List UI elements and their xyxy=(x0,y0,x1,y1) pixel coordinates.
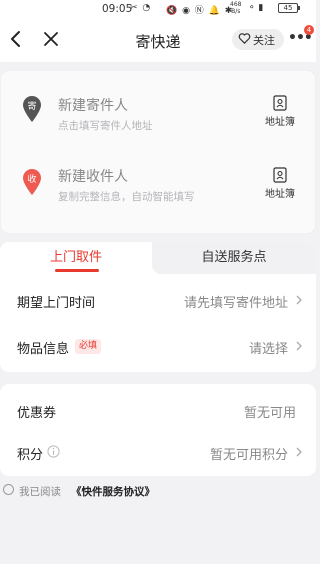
address-book-icon xyxy=(273,95,287,111)
item-info-label: 物品信息 xyxy=(17,342,70,357)
pickup-time-value: 请先填写寄件地址 xyxy=(183,296,288,311)
receiver-address-book-button[interactable]: 地址簿 xyxy=(261,167,299,200)
nav-bar: 寄快递 关注 ••• 4 xyxy=(0,18,316,62)
sender-address-book-label: 地址簿 xyxy=(265,117,295,128)
status-left-icons: ✂ ◔ xyxy=(130,3,152,13)
agreement-radio[interactable] xyxy=(3,484,14,495)
chevron-right-icon xyxy=(296,295,302,305)
chevron-right-icon xyxy=(296,447,302,457)
service-agreement-link[interactable]: 《快件服务协议》 xyxy=(71,484,155,499)
status-time: 09:05 xyxy=(102,3,133,15)
sender-row[interactable]: 寄 新建寄件人 点击填写寄件人地址 地址簿 xyxy=(1,71,315,151)
receiver-row[interactable]: 收 新建收件人 复制完整信息，自动智能填写 地址簿 xyxy=(1,151,315,231)
points-row[interactable]: 积分 暂无可用积分 xyxy=(0,430,316,474)
network-speed-value: 468 xyxy=(230,1,242,8)
status-bar: 09:05 ✂ ◔ 🔇 ◉ Ⓝ 🔔 ✱ 468 B/s ⚬ ▮ 45 xyxy=(0,0,316,18)
points-value: 暂无可用积分 xyxy=(209,448,288,463)
follow-label: 关注 xyxy=(253,34,275,47)
sender-pin-icon: 寄 xyxy=(23,96,41,122)
points-label: 积分 xyxy=(17,448,44,463)
receiver-title: 新建收件人 xyxy=(58,169,128,185)
tab-self-dropoff[interactable]: 自送服务点 xyxy=(152,242,316,274)
coupon-value: 暂无可用 xyxy=(243,406,296,421)
coupon-row[interactable]: 优惠券 暂无可用 xyxy=(0,388,316,432)
address-book-icon xyxy=(273,167,287,183)
network-speed-unit: B/s xyxy=(231,8,241,15)
wifi-signal-icon: ⚬ ▮ xyxy=(248,3,264,13)
coupon-label: 优惠券 xyxy=(17,406,57,421)
chevron-right-icon xyxy=(296,341,302,351)
benefits-card: 优惠券 暂无可用 积分 暂无可用积分 xyxy=(0,384,316,476)
battery-icon: 45 xyxy=(278,3,300,13)
required-badge: 必填 xyxy=(75,339,102,354)
heart-icon xyxy=(238,33,251,44)
receiver-hint: 复制完整信息，自动智能填写 xyxy=(58,191,195,203)
network-speed: 468 B/s xyxy=(230,1,241,15)
sender-title: 新建寄件人 xyxy=(58,98,128,114)
sender-address-book-button[interactable]: 地址簿 xyxy=(261,95,299,128)
notification-badge: 4 xyxy=(304,25,314,35)
status-right-icons: 🔇 ◉ Ⓝ 🔔 ✱ xyxy=(166,6,234,16)
receiver-pin-char: 收 xyxy=(27,173,36,185)
pickup-time-label: 期望上门时间 xyxy=(17,296,96,311)
active-tab-indicator xyxy=(55,269,99,272)
follow-button[interactable]: 关注 xyxy=(232,29,284,50)
agreement-text: 我已阅读 xyxy=(19,486,61,498)
service-card: 上门取件 自送服务点 期望上门时间 请先填写寄件地址 物品信息 必填 请选择 xyxy=(0,242,316,372)
sender-pin-char: 寄 xyxy=(27,100,36,112)
sender-hint: 点击填写寄件人地址 xyxy=(58,120,153,132)
pickup-time-row[interactable]: 期望上门时间 请先填写寄件地址 xyxy=(0,278,316,322)
address-card: 寄 新建寄件人 点击填写寄件人地址 地址簿 收 新建收件人 复制完整信息，自动智… xyxy=(0,70,316,234)
receiver-address-book-label: 地址簿 xyxy=(265,189,295,200)
info-icon[interactable] xyxy=(47,445,60,458)
receiver-pin-icon: 收 xyxy=(23,169,41,195)
item-info-row[interactable]: 物品信息 必填 请选择 xyxy=(0,324,316,368)
item-info-value: 请选择 xyxy=(248,342,288,357)
